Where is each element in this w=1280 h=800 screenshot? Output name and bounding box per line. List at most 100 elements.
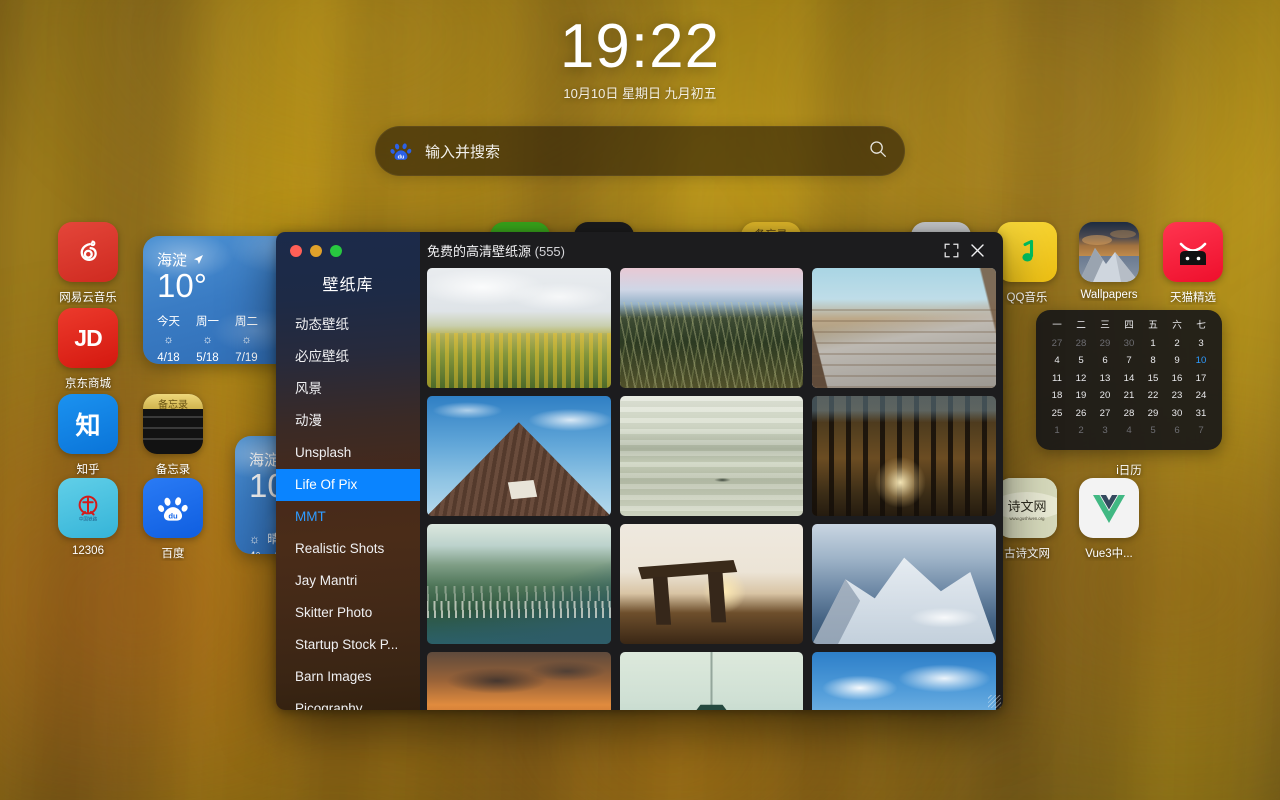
calendar-day[interactable]: 5 — [1069, 353, 1093, 370]
calendar-day[interactable]: 30 — [1117, 336, 1141, 353]
calendar-day[interactable]: 28 — [1069, 336, 1093, 353]
desktop-icon-zhihu[interactable]: 知 知乎 — [44, 394, 132, 477]
desktop-icon-12306[interactable]: 中国铁路 12306 — [44, 478, 132, 557]
sidebar-item-2[interactable]: 风景 — [276, 373, 420, 405]
calendar-day[interactable]: 17 — [1189, 371, 1213, 388]
calendar-day[interactable]: 29 — [1141, 406, 1165, 423]
calendar-day[interactable]: 18 — [1045, 388, 1069, 405]
close-icon[interactable] — [964, 237, 990, 263]
thumbnail-wooden-boardwalk[interactable] — [812, 268, 996, 388]
sidebar-item-3[interactable]: 动漫 — [276, 405, 420, 437]
desktop-icon-label: 备忘录 — [155, 464, 191, 476]
calendar-day[interactable]: 28 — [1117, 406, 1141, 423]
desktop-icon-tmall[interactable]: 天猫精选 — [1149, 222, 1237, 305]
calendar-day[interactable]: 27 — [1045, 336, 1069, 353]
desktop-icon-wallpapers[interactable]: Wallpapers — [1065, 222, 1153, 301]
calendar-day[interactable]: 31 — [1189, 406, 1213, 423]
baidu-paw-icon: du — [389, 139, 413, 163]
calendar-day[interactable]: 11 — [1045, 371, 1069, 388]
close-button[interactable] — [290, 245, 302, 257]
sidebar-item-12[interactable]: Picography — [276, 693, 420, 710]
calendar-day[interactable]: 27 — [1093, 406, 1117, 423]
search-icon[interactable] — [869, 140, 887, 163]
vue-icon — [1079, 478, 1139, 538]
calendar-day[interactable]: 14 — [1117, 371, 1141, 388]
calendar-day[interactable]: 19 — [1069, 388, 1093, 405]
calendar-day[interactable]: 23 — [1165, 388, 1189, 405]
calendar-day[interactable]: 3 — [1189, 336, 1213, 353]
maximize-button[interactable] — [330, 245, 342, 257]
calendar-day[interactable]: 7 — [1117, 353, 1141, 370]
calendar-day[interactable]: 24 — [1189, 388, 1213, 405]
thumbnail-forest-sunburst[interactable] — [812, 396, 996, 516]
calendar-day[interactable]: 7 — [1189, 423, 1213, 440]
calendar-day[interactable]: 2 — [1069, 423, 1093, 440]
desktop-icon-label: 百度 — [161, 548, 185, 560]
sidebar-item-5[interactable]: Life Of Pix — [276, 469, 420, 501]
calendar-day[interactable]: 22 — [1141, 388, 1165, 405]
thumbnail-snow-mountain[interactable] — [812, 524, 996, 644]
calendar-day[interactable]: 26 — [1069, 406, 1093, 423]
calendar-day[interactable]: 13 — [1093, 371, 1117, 388]
calendar-day[interactable]: 5 — [1141, 423, 1165, 440]
sidebar-item-4[interactable]: Unsplash — [276, 437, 420, 469]
forecast-day: 周二 ☼ 7/19 — [235, 316, 258, 364]
sidebar-item-10[interactable]: Startup Stock P... — [276, 629, 420, 661]
calendar-day[interactable]: 4 — [1045, 353, 1069, 370]
calendar-day[interactable]: 25 — [1045, 406, 1069, 423]
calendar-day[interactable]: 15 — [1141, 371, 1165, 388]
desktop-icon-memo[interactable]: 备忘录 备忘录 — [129, 394, 217, 477]
calendar-day[interactable]: 20 — [1093, 388, 1117, 405]
thumbnail-blue-sky-clouds[interactable] — [812, 652, 996, 710]
sidebar-item-1[interactable]: 必应壁纸 — [276, 341, 420, 373]
desktop-icon-netease-music[interactable]: 网易云音乐 — [44, 222, 132, 305]
netease-music-icon — [58, 222, 118, 282]
desktop-icon-jd[interactable]: JD 京东商城 — [44, 308, 132, 391]
sidebar-item-8[interactable]: Jay Mantri — [276, 565, 420, 597]
thumbnail-calm-sea-fog[interactable] — [619, 396, 804, 516]
railway-icon: 中国铁路 — [58, 478, 118, 538]
calendar-day[interactable]: 30 — [1165, 406, 1189, 423]
thumbnail-wooden-barn-roof[interactable] — [427, 396, 611, 516]
desktop-icon-vue3[interactable]: Vue3中... — [1065, 478, 1153, 561]
thumbnail-lake-town-hills[interactable] — [427, 524, 611, 644]
calendar-day[interactable]: 12 — [1069, 371, 1093, 388]
thumbnail-tall-grass-dusk[interactable] — [619, 268, 804, 388]
desktop-icon-baidu[interactable]: du 百度 — [129, 478, 217, 561]
thumbnail-sunflower-field[interactable] — [427, 268, 611, 388]
calendar-day[interactable]: 4 — [1117, 423, 1141, 440]
tmall-cat-icon — [1163, 222, 1223, 282]
calendar-day[interactable]: 8 — [1141, 353, 1165, 370]
minimize-button[interactable] — [310, 245, 322, 257]
resize-grip[interactable] — [988, 695, 1001, 708]
calendar-day[interactable]: 6 — [1093, 353, 1117, 370]
calendar-day[interactable]: 29 — [1093, 336, 1117, 353]
calendar-day[interactable]: 21 — [1117, 388, 1141, 405]
fullscreen-icon[interactable] — [938, 237, 964, 263]
sidebar-item-6[interactable]: MMT — [276, 501, 420, 533]
window-traffic-lights — [276, 232, 420, 257]
search-bar[interactable]: du 输入并搜索 — [375, 126, 905, 176]
sidebar-item-0[interactable]: 动态壁纸 — [276, 309, 420, 341]
calendar-day[interactable]: 3 — [1093, 423, 1117, 440]
calendar-day[interactable]: 9 — [1165, 353, 1189, 370]
calendar-weekday-header: 七 — [1196, 320, 1206, 331]
calendar-day[interactable]: 10 — [1189, 353, 1213, 370]
window-sidebar: 壁纸库 动态壁纸 必应壁纸 风景 动漫 Unsplash Life Of Pix MMT Re… — [276, 232, 420, 710]
thumbnail-sunset-pavilion[interactable] — [619, 524, 804, 644]
svg-text:www.gushiwen.org: www.gushiwen.org — [1010, 516, 1046, 521]
calendar-day[interactable]: 1 — [1045, 423, 1069, 440]
calendar-day[interactable]: 1 — [1141, 336, 1165, 353]
wallpaper-library-window[interactable]: 壁纸库 动态壁纸 必应壁纸 风景 动漫 Unsplash Life Of Pix MMT Re… — [276, 232, 1003, 710]
calendar-day[interactable]: 6 — [1165, 423, 1189, 440]
sidebar-item-7[interactable]: Realistic Shots — [276, 533, 420, 565]
sidebar-item-11[interactable]: Barn Images — [276, 661, 420, 693]
search-input[interactable]: 输入并搜索 — [425, 141, 869, 162]
thumbnail-hanging-lamp[interactable] — [619, 652, 804, 710]
calendar-day[interactable]: 16 — [1165, 371, 1189, 388]
sidebar-item-9[interactable]: Skitter Photo — [276, 597, 420, 629]
calendar-day[interactable]: 2 — [1165, 336, 1189, 353]
notes-icon: 备忘录 — [143, 394, 203, 454]
calendar-widget[interactable]: 一二三四五六七 27 28 29 30 1 2 3 4 5 6 7 8 9 10 11 12 13 14 15 16 17… — [1036, 310, 1222, 450]
thumbnail-sunset-ridge[interactable] — [427, 652, 611, 710]
